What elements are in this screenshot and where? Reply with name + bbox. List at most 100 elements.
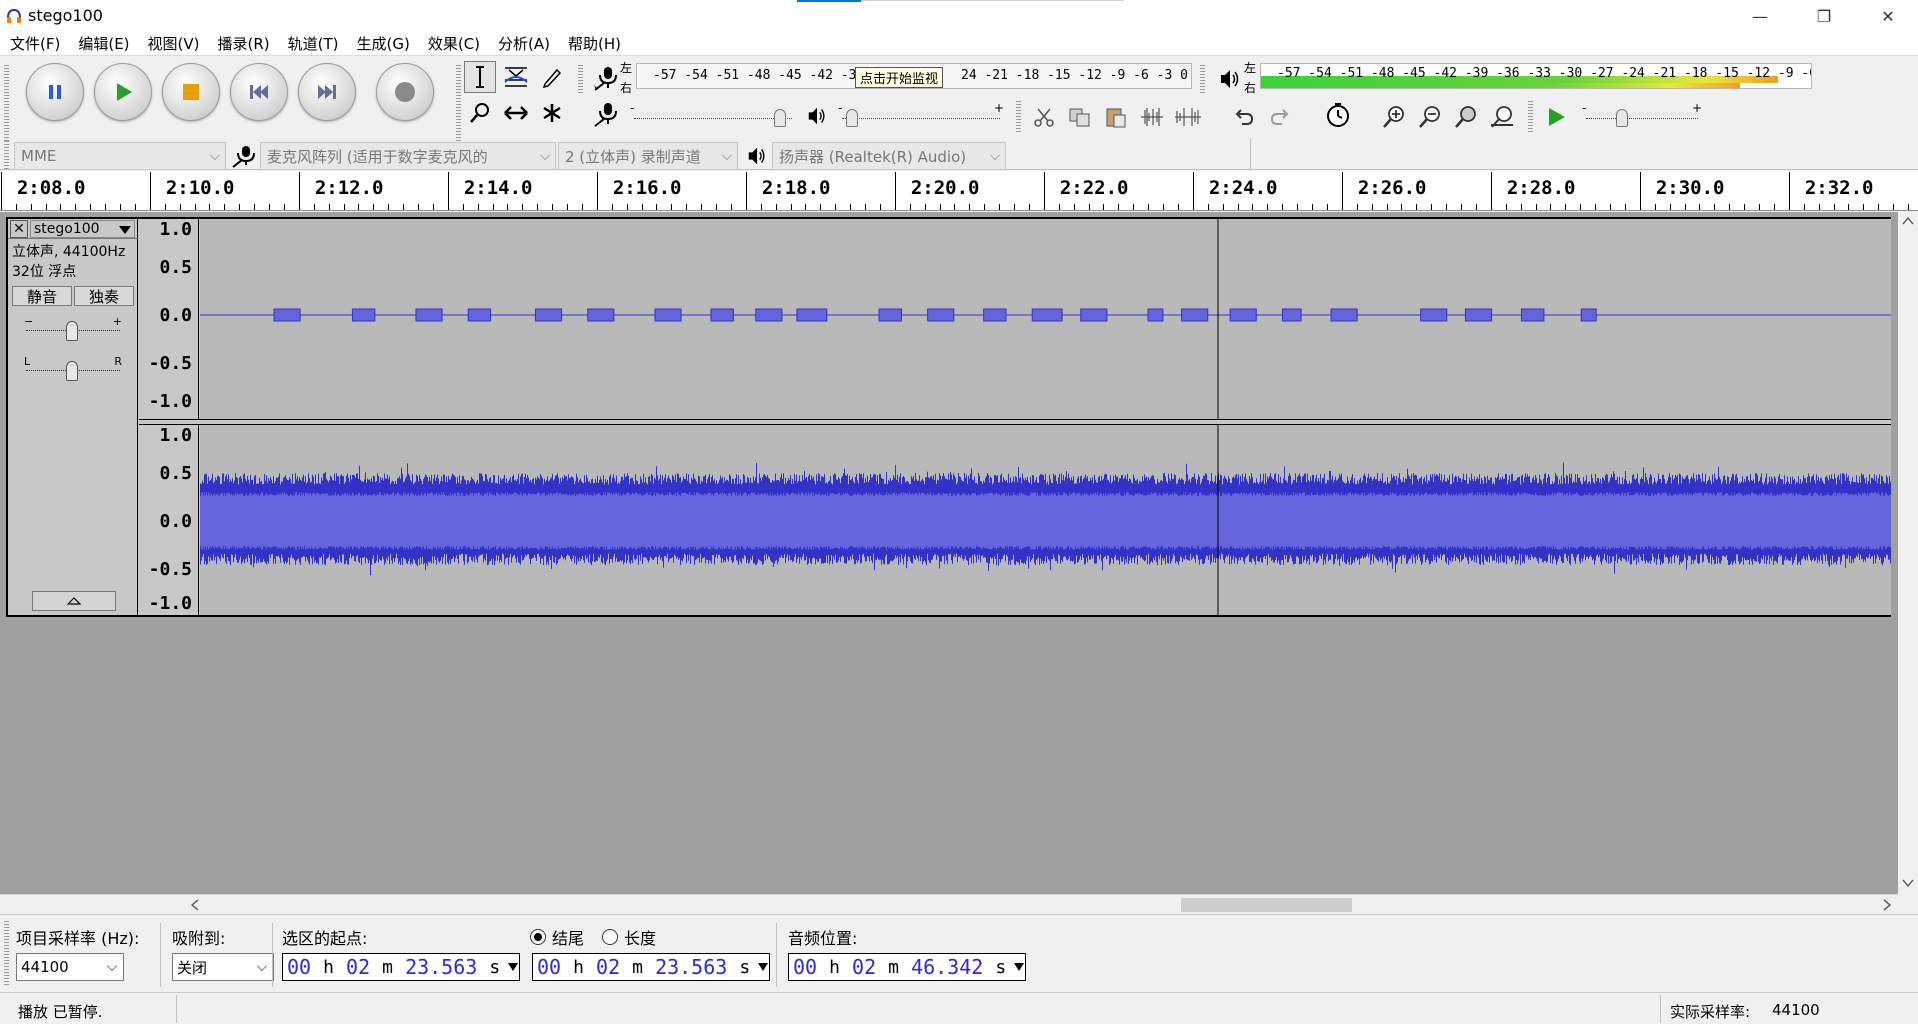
play-meter[interactable]: -57 -54 -51 -48 -45 -42 -39 -36 -33 -30 …	[1260, 63, 1812, 89]
copy-button[interactable]	[1064, 101, 1096, 133]
menu-tracks[interactable]: 轨道(T)	[288, 33, 339, 54]
snap-to-select[interactable]: 关闭	[172, 953, 274, 981]
selection-tool-button[interactable]	[464, 61, 496, 93]
menu-file[interactable]: 文件(F)	[10, 33, 60, 54]
solo-button[interactable]: 独奏	[74, 286, 134, 306]
cut-button[interactable]	[1028, 101, 1060, 133]
unit-h: h	[573, 956, 584, 978]
menu-generate[interactable]: 生成(G)	[357, 33, 410, 54]
horizontal-scrollbar[interactable]	[0, 894, 1898, 914]
play-button[interactable]	[94, 63, 152, 121]
track-gain-slider[interactable]: − +	[22, 315, 124, 341]
time-format-dropdown-icon[interactable]	[508, 963, 518, 971]
output-volume-slider[interactable]: - +	[836, 101, 1006, 131]
transport-toolbar-grip[interactable]	[4, 65, 9, 141]
scroll-down-icon[interactable]	[1902, 878, 1914, 888]
envelope-tool-button[interactable]	[500, 61, 532, 93]
output-device-select[interactable]: 扬声器 (Realtek(R) Audio)	[772, 142, 1006, 170]
menu-edit[interactable]: 编辑(E)	[78, 33, 129, 54]
paste-button[interactable]	[1100, 101, 1132, 133]
input-volume-slider[interactable]: -	[628, 101, 798, 131]
record-meter-grip[interactable]	[578, 65, 583, 95]
waveform-burst	[1420, 308, 1448, 322]
snap-to-value: 关闭	[177, 958, 208, 977]
scroll-right-icon[interactable]	[1882, 899, 1892, 911]
right-channel-waveform[interactable]	[200, 425, 1891, 615]
zoom-out-button[interactable]	[1414, 101, 1446, 133]
tracks-area[interactable]: ✕ stego100 立体声, 44100Hz 32位 浮点 静音 独奏 − +…	[0, 212, 1898, 894]
pan-thumb[interactable]	[66, 361, 78, 381]
track-collapse-button[interactable]	[32, 591, 116, 611]
minimize-button[interactable]: —	[1730, 0, 1790, 32]
timeline-ruler[interactable]: 2:08.0 2:10.0 2:12.0 2:14.0 2:16.0 2:18.0 2:20…	[0, 171, 1918, 211]
sync-lock-button[interactable]	[1322, 99, 1354, 131]
trim-button[interactable]	[1136, 101, 1168, 133]
right-channel-scale[interactable]: 1.0 0.5 0.0 -0.5 -1.0	[139, 425, 199, 615]
silence-button[interactable]	[1172, 101, 1204, 133]
selection-toolbar-grip[interactable]	[4, 921, 9, 987]
mute-button[interactable]: 静音	[12, 286, 72, 306]
record-meter[interactable]: -57 -54 -51 -48 -45 -42 -39 -3 点击开始监视 24…	[636, 63, 1192, 89]
track-close-button[interactable]: ✕	[10, 220, 28, 238]
menu-analyze[interactable]: 分析(A)	[498, 33, 550, 54]
record-button[interactable]	[376, 63, 434, 121]
tools-toolbar-grip[interactable]	[456, 65, 461, 141]
ruler-minor-tick	[1475, 204, 1477, 210]
time-shift-tool-button[interactable]	[500, 97, 532, 129]
close-button[interactable]: ✕	[1858, 0, 1918, 32]
selection-start-time[interactable]: 00 h 02 m 23.563 s	[282, 953, 520, 981]
play-at-speed-button[interactable]	[1540, 101, 1572, 133]
vertical-scrollbar[interactable]	[1898, 212, 1918, 894]
playback-speed-slider[interactable]: - +	[1580, 101, 1704, 131]
monitor-tooltip[interactable]: 点击开始监视	[855, 67, 944, 88]
left-channel-scale[interactable]: 1.0 0.5 0.0 -0.5 -1.0	[139, 219, 199, 419]
menu-effect[interactable]: 效果(C)	[428, 33, 480, 54]
scroll-up-icon[interactable]	[1902, 216, 1914, 226]
device-toolbar-grip[interactable]	[4, 141, 9, 169]
redo-button[interactable]	[1264, 101, 1296, 133]
stop-button[interactable]	[162, 63, 220, 121]
audio-host-select[interactable]: MME	[14, 142, 226, 170]
menu-transport[interactable]: 播录(R)	[218, 33, 270, 54]
undo-button[interactable]	[1228, 101, 1260, 133]
multi-tool-button[interactable]	[536, 97, 568, 129]
speed-thumb[interactable]	[1616, 109, 1628, 127]
speed-min: -	[1582, 101, 1587, 115]
track-pan-slider[interactable]: L R	[22, 355, 124, 381]
track-name-menu[interactable]: stego100	[30, 220, 135, 238]
fit-project-button[interactable]	[1486, 101, 1518, 133]
fit-selection-button[interactable]	[1450, 101, 1482, 133]
edit-toolbar-grip[interactable]	[1016, 101, 1021, 133]
input-device-select[interactable]: 麦克风阵列 (适用于数字麦克风的	[260, 142, 556, 170]
input-channels-select[interactable]: 2 (立体声) 录制声道	[558, 142, 738, 170]
output-volume-thumb[interactable]	[846, 109, 858, 127]
audio-position-time[interactable]: 00 h 02 m 46.342 s	[788, 953, 1026, 981]
restore-button[interactable]: ❐	[1794, 0, 1854, 32]
play-at-speed-grip[interactable]	[1528, 101, 1533, 133]
skip-to-start-button[interactable]	[230, 63, 288, 121]
speed-track	[1586, 118, 1698, 119]
scroll-left-icon[interactable]	[190, 899, 200, 911]
horizontal-scroll-thumb[interactable]	[1181, 898, 1352, 912]
zoom-in-button[interactable]	[1378, 101, 1410, 133]
time-format-dropdown-icon[interactable]	[758, 963, 768, 971]
zoom-tool-button[interactable]	[464, 97, 496, 129]
play-meter-speaker-icon[interactable]	[1218, 67, 1242, 91]
menu-view[interactable]: 视图(V)	[148, 33, 200, 54]
project-rate-select[interactable]: 44100	[16, 953, 124, 981]
menu-help[interactable]: 帮助(H)	[568, 33, 621, 54]
length-radio[interactable]	[602, 929, 618, 945]
record-meter-mic-icon[interactable]	[592, 65, 620, 91]
skip-to-end-button[interactable]	[298, 63, 356, 121]
draw-tool-button[interactable]	[536, 61, 568, 93]
play-meter-grip[interactable]	[1200, 65, 1205, 95]
gain-thumb[interactable]	[66, 321, 78, 341]
input-volume-thumb[interactable]	[774, 109, 786, 127]
ruler-minor-tick	[924, 204, 926, 210]
selection-end-time[interactable]: 00 h 02 m 23.563 s	[532, 953, 770, 981]
pause-button[interactable]	[26, 63, 84, 121]
end-radio[interactable]	[530, 929, 546, 945]
audio-track[interactable]: ✕ stego100 立体声, 44100Hz 32位 浮点 静音 独奏 − +…	[6, 217, 1891, 617]
time-format-dropdown-icon[interactable]	[1014, 963, 1024, 971]
left-channel-waveform[interactable]	[200, 219, 1891, 419]
